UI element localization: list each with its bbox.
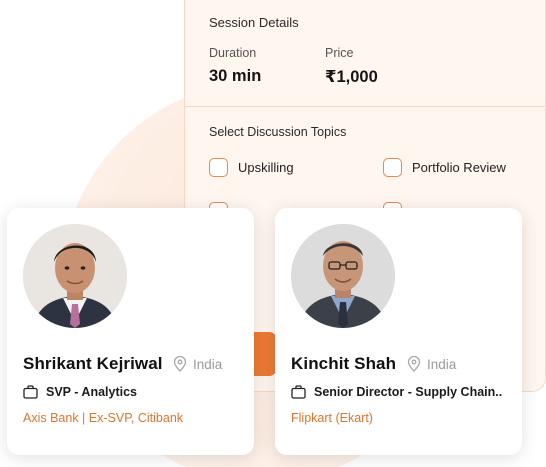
divider — [185, 106, 545, 107]
location-pin-icon — [173, 356, 187, 372]
mentor-name: Shrikant Kejriwal — [23, 354, 163, 373]
topics-title: Select Discussion Topics — [209, 125, 347, 139]
mentor-role: SVP - Analytics — [23, 385, 137, 399]
mentor-location: India — [407, 356, 456, 372]
topic-portfolio-review[interactable]: Portfolio Review — [383, 158, 506, 177]
mentor-card[interactable]: Shrikant Kejriwal India SVP - Analytics … — [7, 208, 254, 455]
mentor-company: Axis Bank | Ex-SVP, Citibank — [23, 411, 184, 425]
topic-label: Upskilling — [238, 160, 294, 175]
mentor-company: Flipkart (Ekart) — [291, 411, 373, 425]
mentor-role-label: Senior Director - Supply Chain.. — [314, 385, 503, 399]
mentor-role: Senior Director - Supply Chain.. — [291, 385, 502, 399]
session-details-title: Session Details — [209, 15, 299, 30]
location-pin-icon — [407, 356, 421, 372]
mentor-card[interactable]: Kinchit Shah India Senior Director - Sup… — [275, 208, 522, 455]
briefcase-icon — [23, 385, 38, 399]
mentor-name: Kinchit Shah — [291, 354, 397, 373]
mentor-location-label: India — [193, 356, 223, 372]
mentor-location-label: India — [427, 356, 457, 372]
topic-checkbox[interactable] — [383, 158, 402, 177]
mentor-role-label: SVP - Analytics — [46, 385, 138, 399]
price-value: ₹1,000 — [325, 68, 378, 86]
topic-upskilling[interactable]: Upskilling — [209, 158, 294, 177]
mentor-location: India — [173, 356, 222, 372]
mentor-avatar — [291, 224, 395, 328]
duration-label: Duration — [209, 46, 257, 60]
topic-checkbox[interactable] — [209, 158, 228, 177]
mentor-avatar — [23, 224, 127, 328]
price-label: Price — [325, 46, 354, 60]
topic-label: Portfolio Review — [412, 160, 506, 175]
duration-value: 30 min — [209, 67, 262, 85]
briefcase-icon — [291, 385, 306, 399]
